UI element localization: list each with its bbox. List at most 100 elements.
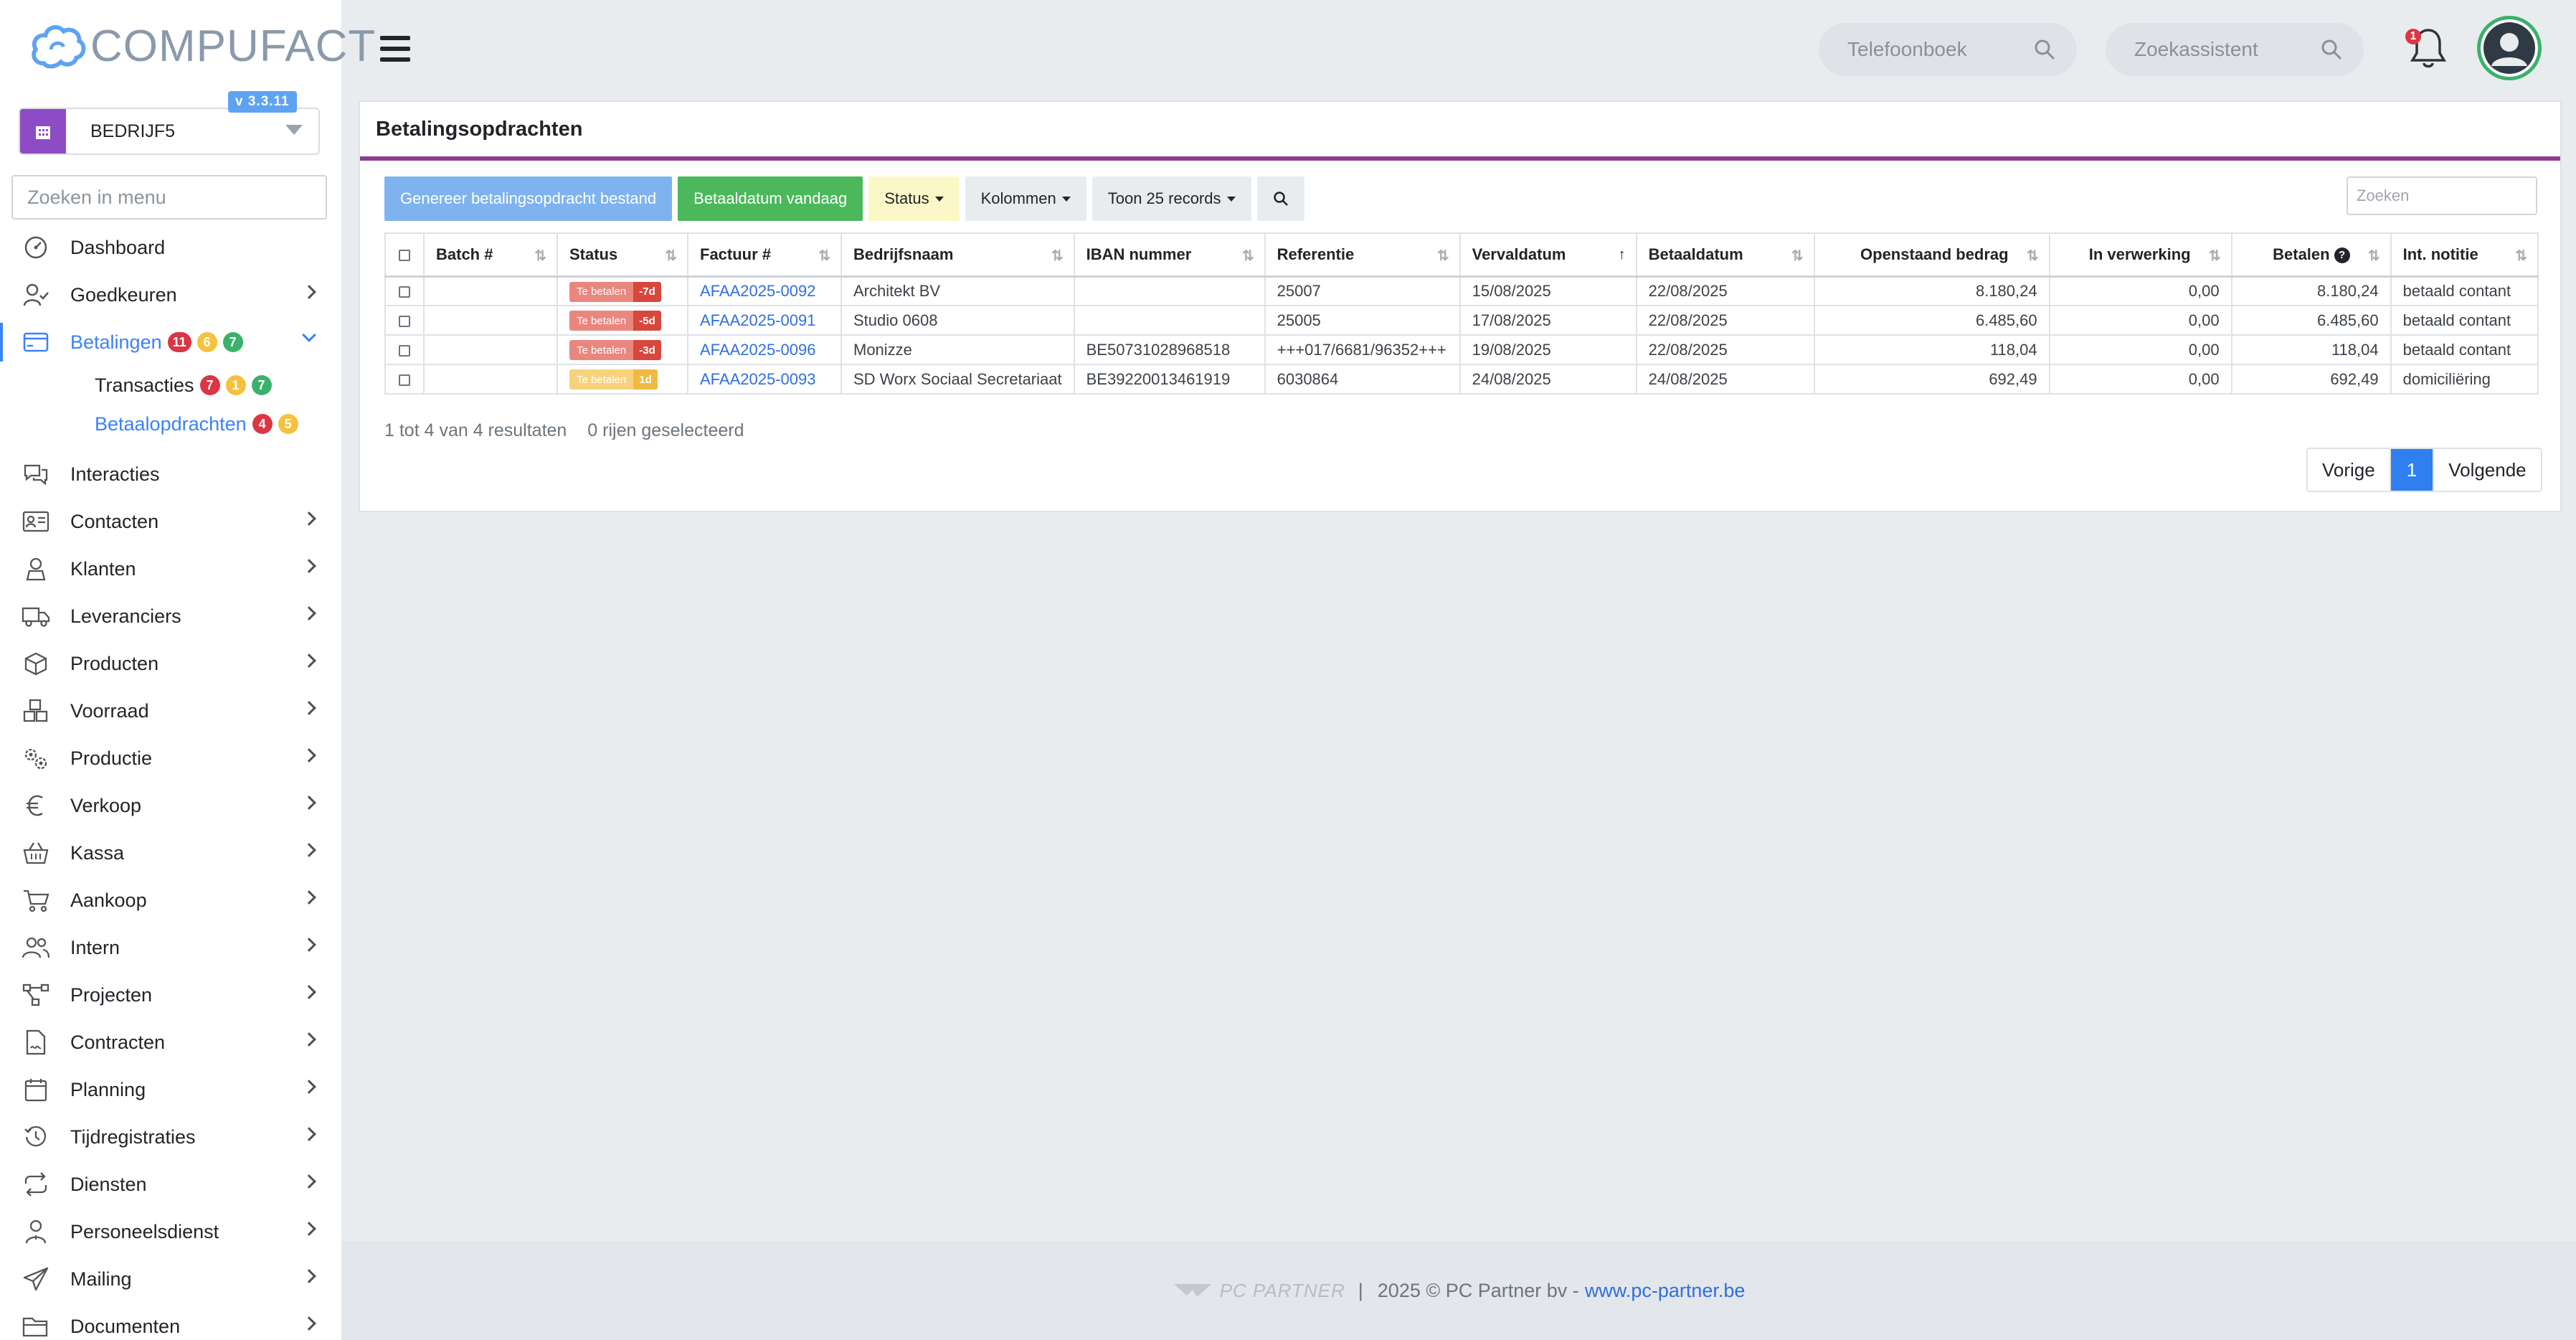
iban-cell	[1073, 275, 1266, 306]
sidebar-item-contracten[interactable]: Contracten	[0, 1019, 341, 1066]
company-selector[interactable]: BEDRIJF5	[19, 108, 320, 155]
sidebar-item-kassa[interactable]: Kassa	[0, 829, 341, 877]
invoice-link[interactable]: AFAA2025-0093	[700, 370, 815, 388]
pay-cell: 692,49	[2230, 364, 2392, 395]
columns-button[interactable]: Kolommen	[965, 176, 1086, 221]
sidebar-item-tijdregistraties[interactable]: Tijdregistraties	[0, 1113, 341, 1161]
payment-orders-table: Batch # ⇅ Status ⇅ Factuur # ⇅ Bedrijfsnaam…	[384, 232, 2539, 395]
sidebar-item-leveranciers[interactable]: Leveranciers	[0, 593, 341, 640]
previous-page-button[interactable]: Vorige	[2308, 449, 2390, 491]
sidebar-item-verkoop[interactable]: Verkoop	[0, 782, 341, 829]
sidebar-item-documenten[interactable]: Documenten	[0, 1303, 341, 1340]
footer-link[interactable]: www.pc-partner.be	[1585, 1280, 1746, 1302]
sidebar-item-label: Klanten	[70, 557, 136, 580]
column-header-processing[interactable]: In verwerking ⇅	[2048, 232, 2232, 278]
status-badge: Te betalen 1d	[569, 369, 658, 390]
processing-cell: 0,00	[2048, 275, 2232, 306]
open-amount-cell: 118,04	[1813, 334, 2050, 365]
sidebar-item-diensten[interactable]: Diensten	[0, 1161, 341, 1208]
sidebar-item-planning[interactable]: Planning	[0, 1066, 341, 1113]
column-label: Vervaldatum	[1472, 245, 1566, 263]
column-header-iban[interactable]: IBAN nummer ⇅	[1073, 232, 1266, 278]
column-header-open-amount[interactable]: Openstaand bedrag ⇅	[1813, 232, 2050, 278]
sidebar-item-voorraad[interactable]: Voorraad	[0, 687, 341, 735]
column-header-note[interactable]: Int. notitie ⇅	[2390, 232, 2539, 278]
column-header-pay[interactable]: Betalen? ⇅	[2230, 232, 2392, 278]
chevron-right-icon	[302, 1316, 316, 1331]
sidebar-item-intern[interactable]: Intern	[0, 924, 341, 971]
sort-icon: ⇅	[1436, 248, 1449, 264]
page-size-button[interactable]: Toon 25 records	[1092, 176, 1251, 221]
invoice-link[interactable]: AFAA2025-0091	[700, 311, 815, 329]
row-checkbox[interactable]	[399, 374, 410, 386]
sidebar-subitem-transacties[interactable]: Transacties 7 1 7	[0, 366, 341, 405]
sidebar-item-projecten[interactable]: Projecten	[0, 971, 341, 1019]
pay-date-cell: 22/08/2025	[1635, 305, 1815, 336]
sidebar-item-aankoop[interactable]: Aankoop	[0, 877, 341, 924]
note-cell: betaald contant	[2390, 305, 2539, 336]
avatar[interactable]	[2477, 16, 2542, 80]
note-cell: betaald contant	[2390, 275, 2539, 306]
row-checkbox[interactable]	[399, 286, 410, 298]
notification-badge: 1	[2405, 29, 2421, 44]
result-count: 1 tot 4 van 4 resultaten	[384, 420, 567, 440]
row-checkbox[interactable]	[399, 344, 410, 357]
sidebar-item-contacten[interactable]: Contacten	[0, 498, 341, 545]
sidebar-item-producten[interactable]: Producten	[0, 640, 341, 687]
search-toggle-button[interactable]	[1256, 176, 1304, 221]
sidebar-item-dashboard[interactable]: Dashboard	[0, 224, 341, 271]
table-header-row: Batch # ⇅ Status ⇅ Factuur # ⇅ Bedrijfsnaam…	[384, 232, 2539, 278]
repeat-icon	[20, 1169, 52, 1200]
pay-date-cell: 24/08/2025	[1635, 364, 1815, 395]
generate-file-button[interactable]: Genereer betalingsopdracht bestand	[384, 176, 673, 221]
due-date-cell: 17/08/2025	[1459, 305, 1637, 336]
due-date-cell: 15/08/2025	[1459, 275, 1637, 306]
sort-icon: ⇅	[2515, 248, 2527, 264]
select-all-checkbox[interactable]	[399, 249, 410, 261]
toolbar: Genereer betalingsopdracht bestand Betaa…	[384, 176, 1304, 221]
version-badge: v 3.3.11	[228, 91, 297, 113]
column-header-pay-date[interactable]: Betaaldatum ⇅	[1635, 232, 1815, 278]
sidebar-item-klanten[interactable]: Klanten	[0, 545, 341, 593]
column-header-batch[interactable]: Batch # ⇅	[423, 232, 558, 278]
column-header-invoice[interactable]: Factuur # ⇅	[687, 232, 842, 278]
sidebar-item-productie[interactable]: Productie	[0, 735, 341, 782]
chevron-right-icon	[302, 890, 316, 905]
column-header-reference[interactable]: Referentie ⇅	[1264, 232, 1461, 278]
help-icon[interactable]: ?	[2334, 247, 2350, 263]
column-header-due-date[interactable]: Vervaldatum ↑	[1459, 232, 1637, 278]
sidebar-item-personeelsdienst[interactable]: Personeelsdienst	[0, 1208, 341, 1255]
table-row[interactable]: Te betalen 1d AFAA2025-0093 SD Worx Socia…	[384, 364, 2539, 395]
chevron-right-icon	[302, 511, 316, 526]
table-row[interactable]: Te betalen -3d AFAA2025-0096 Monizze BE50…	[384, 334, 2539, 365]
open-amount-cell: 692,49	[1813, 364, 2050, 395]
search-icon[interactable]	[2321, 39, 2342, 60]
sidebar-item-goedkeuren[interactable]: Goedkeuren	[0, 271, 341, 319]
invoice-link[interactable]: AFAA2025-0092	[700, 282, 815, 300]
paydate-today-button[interactable]: Betaaldatum vandaag	[678, 176, 863, 221]
table-row[interactable]: Te betalen -5d AFAA2025-0091 Studio 0608 …	[384, 305, 2539, 336]
row-checkbox[interactable]	[399, 315, 410, 327]
table-search-input[interactable]	[2347, 176, 2537, 215]
sidebar-subitem-betaalopdrachten[interactable]: Betaalopdrachten 4 5	[0, 405, 341, 443]
chevron-right-icon	[302, 559, 316, 573]
phonebook-search[interactable]: Telefoonboek	[1819, 23, 2077, 76]
assistant-search[interactable]: Zoekassistent	[2106, 23, 2364, 76]
sort-icon: ⇅	[2367, 248, 2380, 264]
menu-search-input[interactable]	[11, 175, 327, 220]
table-row[interactable]: Te betalen -7d AFAA2025-0092 Architekt BV…	[384, 275, 2539, 306]
sidebar-item-interacties[interactable]: Interacties	[0, 450, 341, 498]
hamburger-menu-icon[interactable]	[380, 36, 410, 62]
column-header-company[interactable]: Bedrijfsnaam ⇅	[840, 232, 1075, 278]
search-icon[interactable]	[2034, 39, 2055, 60]
next-page-button[interactable]: Volgende	[2433, 449, 2541, 491]
sidebar-item-mailing[interactable]: Mailing	[0, 1255, 341, 1303]
app-logo[interactable]: COMPUFACT	[30, 19, 376, 73]
invoice-link[interactable]: AFAA2025-0096	[700, 341, 815, 359]
status-cell: Te betalen -5d	[557, 305, 688, 336]
status-badge: Te betalen -3d	[569, 340, 661, 361]
sidebar-item-betalingen[interactable]: Betalingen 11 6 7	[0, 319, 341, 366]
current-page-button[interactable]: 1	[2389, 449, 2433, 491]
column-header-status[interactable]: Status ⇅	[557, 232, 688, 278]
status-filter-button[interactable]: Status	[868, 176, 960, 221]
